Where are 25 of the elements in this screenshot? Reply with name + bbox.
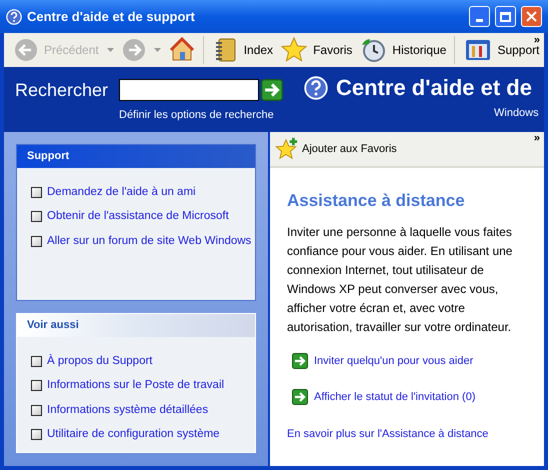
learn-more-link[interactable]: En savoir plus sur l'Assistance à distance <box>287 426 538 442</box>
center-heading: Centre d'aide et de <box>336 75 532 101</box>
task-link[interactable]: Afficher le statut de l'invitation (0) <box>314 389 476 406</box>
center-subtitle: Windows <box>494 106 539 121</box>
sidebar-link[interactable]: Demandez de l'aide à un ami <box>47 184 196 202</box>
sidebar-link[interactable]: Utilitaire de configuration système <box>47 426 220 443</box>
page-title: Assistance à distance <box>287 190 466 212</box>
sidebar-link[interactable]: Informations sur le Poste de travail <box>47 377 224 394</box>
overflow-chevron[interactable]: » <box>534 133 540 144</box>
sidebar-link[interactable]: Informations système détaillées <box>47 402 208 419</box>
overflow-chevron[interactable]: » <box>534 35 540 46</box>
sidebar-link[interactable]: Aller sur un forum de site Web Windows <box>47 232 252 250</box>
task-link[interactable]: Inviter quelqu'un pour vous aider <box>314 352 474 369</box>
description-paragraph: Inviter une personne à laquelle vous faites confiance pour vous aider. En utilisant une connexion Internet, tout utilisateur de Windows XP peut converser avec vous, afficher votre écran et, avec votre autorisation, travailler sur votre ordinateur. <box>287 224 514 336</box>
history-button[interactable]: Historique <box>360 37 446 63</box>
index-button[interactable]: Index <box>214 37 274 63</box>
search-options-link[interactable]: Définir les options de recherche <box>119 107 304 124</box>
sidebar-link[interactable]: À propos du Support <box>47 353 152 370</box>
window-title: Centre d'aide et de support <box>27 8 196 26</box>
favorites-button[interactable]: Favoris <box>281 37 352 63</box>
panel-title: Voir aussi <box>27 318 79 334</box>
add-favorites-button[interactable]: Ajouter aux Favoris <box>274 137 397 161</box>
search-label: Rechercher <box>15 79 109 101</box>
panel-title: Support <box>27 149 70 164</box>
sidebar-link[interactable]: Obtenir de l'assistance de Microsoft <box>47 208 229 226</box>
